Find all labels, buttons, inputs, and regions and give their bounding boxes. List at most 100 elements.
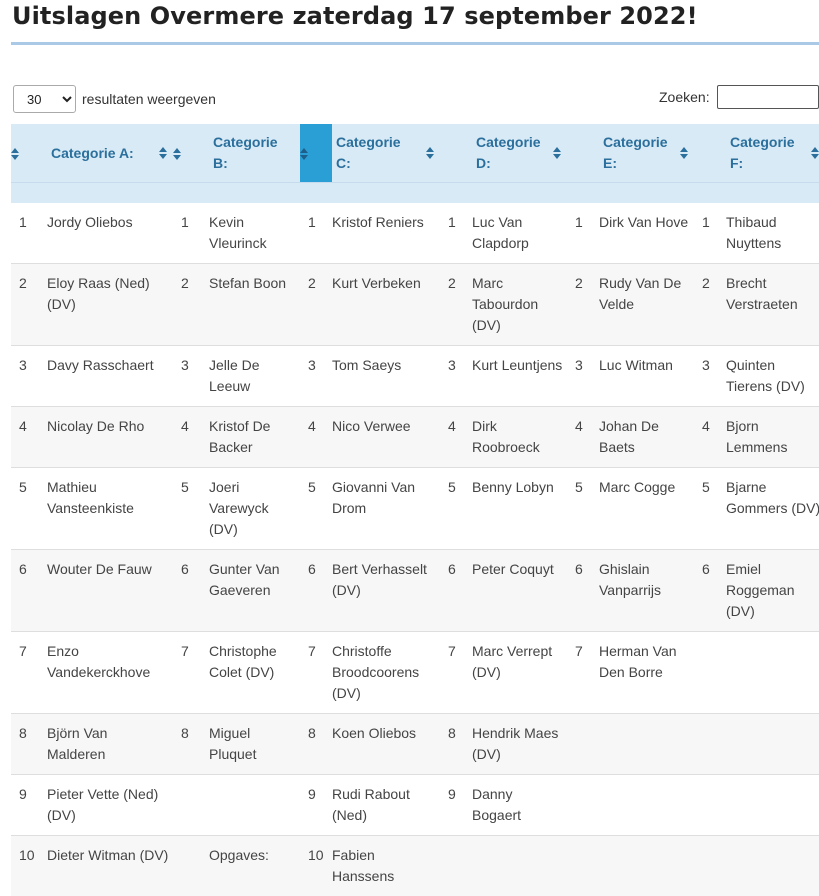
name-cell: Luc Van Clapdorp (472, 203, 567, 264)
name-cell: Danny Bogaert (472, 775, 567, 836)
rank-cell: 4 (300, 407, 332, 468)
rank-cell: 6 (694, 550, 726, 632)
rank-cell: 4 (694, 407, 726, 468)
table-header-spacer (11, 183, 819, 204)
rank-cell (694, 632, 726, 714)
rank-cell: 2 (173, 264, 209, 346)
rank-cell: 3 (11, 346, 47, 407)
name-cell (726, 632, 819, 714)
sort-header-rank-c[interactable] (300, 124, 332, 183)
page-length-label: resultaten weergeven (82, 91, 216, 107)
name-cell: Stefan Boon (209, 264, 300, 346)
rank-cell: 5 (11, 468, 47, 550)
name-cell: Kevin Vleurinck (209, 203, 300, 264)
rank-cell: 2 (440, 264, 472, 346)
rank-cell: 4 (173, 407, 209, 468)
table-row: 10Dieter Witman (DV)Opgaves:10Fabien Han… (11, 836, 819, 896)
rank-cell: 1 (11, 203, 47, 264)
sort-both-icon (173, 148, 181, 160)
name-cell: Gunter Van Gaeveren (209, 550, 300, 632)
sort-header-rank-b[interactable] (173, 124, 209, 183)
sort-both-icon (159, 147, 167, 159)
name-cell: Joeri Varewyck (DV) (209, 468, 300, 550)
rank-cell: 8 (11, 714, 47, 775)
rank-cell: 5 (173, 468, 209, 550)
rank-cell (173, 775, 209, 836)
name-cell (726, 775, 819, 836)
rank-cell: 1 (440, 203, 472, 264)
sort-both-icon (300, 148, 308, 160)
name-cell: Thibaud Nuyttens (726, 203, 819, 264)
results-table: Categorie A: CategorieB: CategorieC: Cat… (11, 124, 819, 896)
rank-cell: 1 (300, 203, 332, 264)
sort-header-rank-a[interactable] (11, 124, 47, 183)
sort-header-categorie-a[interactable]: Categorie A: (47, 124, 173, 183)
rank-cell (440, 836, 472, 896)
name-cell: Christoffe Broodcoorens (DV) (332, 632, 440, 714)
rank-cell (694, 836, 726, 896)
name-cell (599, 836, 694, 896)
rank-cell: 10 (300, 836, 332, 896)
table-row: 3Davy Rasschaert3Jelle De Leeuw3Tom Saey… (11, 346, 819, 407)
name-cell (209, 775, 300, 836)
name-cell (726, 836, 819, 896)
table-row: 8Björn Van Malderen8Miguel Pluquet8Koen … (11, 714, 819, 775)
name-cell: Giovanni Van Drom (332, 468, 440, 550)
sort-header-rank-e[interactable] (567, 124, 599, 183)
sort-header-categorie-e[interactable]: Categorie E: (599, 124, 694, 183)
header-label-c: CategorieC: (332, 132, 440, 174)
name-cell: Christophe Colet (DV) (209, 632, 300, 714)
page-length-select[interactable]: 30 (13, 85, 76, 113)
sort-header-categorie-f[interactable]: CategorieF: (726, 124, 819, 183)
name-cell: Rudi Rabout (Ned) (332, 775, 440, 836)
name-cell: Brecht Verstraeten (726, 264, 819, 346)
sort-header-rank-d[interactable] (440, 124, 472, 183)
name-cell: Jelle De Leeuw (209, 346, 300, 407)
sort-both-icon (553, 147, 561, 159)
name-cell: Wouter De Fauw (47, 550, 173, 632)
table-row: 5Mathieu Vansteenkiste5Joeri Varewyck (D… (11, 468, 819, 550)
rank-cell: 4 (440, 407, 472, 468)
header-label-d-line2: D: (476, 155, 491, 171)
rank-cell: 3 (694, 346, 726, 407)
rank-cell: 8 (173, 714, 209, 775)
sort-header-categorie-c[interactable]: CategorieC: (332, 124, 440, 183)
name-cell: Mathieu Vansteenkiste (47, 468, 173, 550)
search-input[interactable] (717, 85, 819, 109)
search-label: Zoeken: (659, 89, 710, 105)
rank-cell: 5 (440, 468, 472, 550)
name-cell: Tom Saeys (332, 346, 440, 407)
rank-cell (694, 714, 726, 775)
header-label-e-line2: E: (603, 155, 617, 171)
rank-cell: 7 (440, 632, 472, 714)
header-label-e-line1: Categorie (603, 134, 668, 150)
header-label-f: CategorieF: (726, 132, 819, 174)
name-cell: Davy Rasschaert (47, 346, 173, 407)
name-cell: Bert Verhasselt (DV) (332, 550, 440, 632)
header-label-d-line1: Categorie (476, 134, 541, 150)
name-cell: Eloy Raas (Ned) (DV) (47, 264, 173, 346)
results-body: 1Jordy Oliebos1Kevin Vleurinck1Kristof R… (11, 203, 819, 896)
table-row: 2Eloy Raas (Ned) (DV)2Stefan Boon2Kurt V… (11, 264, 819, 346)
rank-cell: 1 (173, 203, 209, 264)
header-label-f-line1: Categorie (730, 134, 795, 150)
name-cell (599, 775, 694, 836)
rank-cell: 5 (694, 468, 726, 550)
rank-cell: 4 (567, 407, 599, 468)
name-cell: Hendrik Maes (DV) (472, 714, 567, 775)
name-cell: Marc Cogge (599, 468, 694, 550)
rank-cell: 1 (694, 203, 726, 264)
sort-header-categorie-b[interactable]: CategorieB: (209, 124, 300, 183)
name-cell: Dirk Van Hove (599, 203, 694, 264)
rank-cell: 7 (173, 632, 209, 714)
sort-header-categorie-d[interactable]: Categorie D: (472, 124, 567, 183)
rank-cell: 3 (300, 346, 332, 407)
rank-cell: 6 (11, 550, 47, 632)
rank-cell: 9 (11, 775, 47, 836)
table-row: 6Wouter De Fauw6Gunter Van Gaeveren6Bert… (11, 550, 819, 632)
name-cell: Emiel Roggeman (DV) (726, 550, 819, 632)
name-cell (472, 836, 567, 896)
sort-header-rank-f[interactable] (694, 124, 726, 183)
name-cell: Peter Coquyt (472, 550, 567, 632)
name-cell: Dirk Roobroeck (472, 407, 567, 468)
